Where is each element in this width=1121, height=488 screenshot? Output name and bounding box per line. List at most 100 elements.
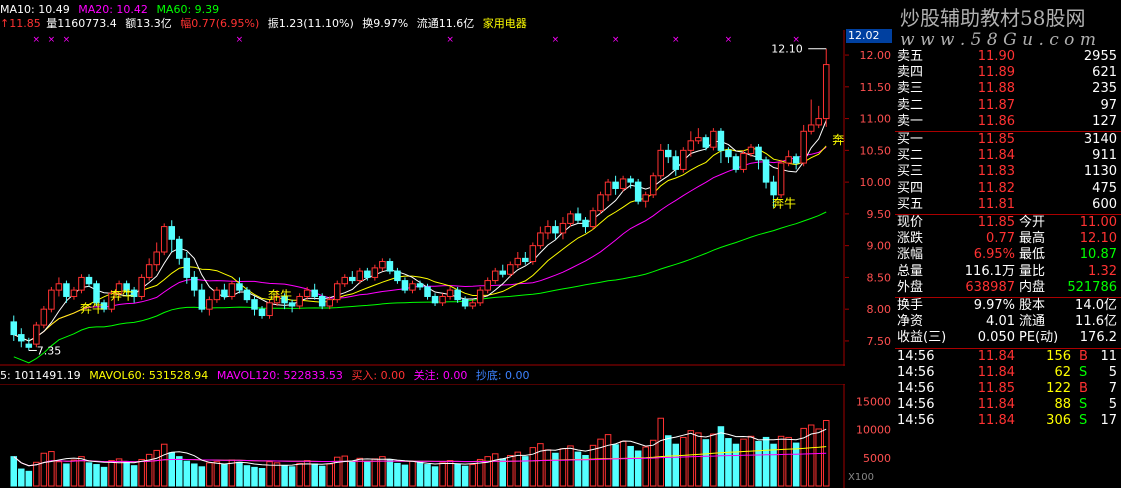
- volume-bar: [454, 463, 461, 487]
- ask-level-label: 卖一: [897, 113, 924, 129]
- ask-row[interactable]: 卖二 11.87 97: [895, 98, 1121, 114]
- tick-row[interactable]: 14:56 11.84 306 S 17: [895, 413, 1121, 429]
- quote-row[interactable]: 涨跌 0.77 最高 12.10: [895, 231, 1121, 247]
- quote-label: 最高: [1019, 231, 1046, 247]
- volume-bar: [138, 458, 145, 487]
- ask-level-label: 卖二: [897, 97, 924, 113]
- bid-row[interactable]: 买五 11.81 600: [895, 197, 1121, 213]
- candle: [33, 321, 40, 348]
- tick-volume: 122: [1046, 381, 1071, 396]
- price-tick-label: 10.50: [860, 144, 892, 157]
- volume-bar: [574, 451, 582, 487]
- ask-price: 11.89: [977, 65, 1015, 81]
- sector-info[interactable]: 家用电器: [483, 17, 527, 30]
- ask-row[interactable]: 卖四 11.89 621: [895, 65, 1121, 81]
- tick-count: 11: [1100, 348, 1117, 364]
- volume-bar: [191, 463, 198, 487]
- volume-bar: [40, 452, 48, 487]
- price-axis: 12.00 11.50 11.00 10.50 10.00 9.50 9.00 8.50 8.0…: [845, 49, 892, 348]
- fundamental-label: 股本: [1019, 298, 1046, 313]
- volume-bar: [48, 451, 55, 487]
- bid-row[interactable]: 买二 11.84 911: [895, 148, 1121, 164]
- candlestick-chart[interactable]: ××××××××××12.107.35奔牛奔牛奔牛奔牛奔牛: [0, 30, 845, 366]
- quote-value: 6.95%: [973, 247, 1015, 263]
- tick-row[interactable]: 14:56 11.84 156 B 11: [895, 349, 1121, 365]
- stock-info-row: ↑11.85 量1160773.4 额13.3亿 幅0.77(6.95%) 振1…: [0, 17, 532, 30]
- ask-volume: 97: [1100, 97, 1117, 113]
- tick-row[interactable]: 14:56 11.85 122 B 7: [895, 381, 1121, 397]
- volume-bar: [288, 466, 296, 487]
- ma-indicator-row: MA10: 10.49 MA20: 10.42 MA60: 9.39: [0, 3, 224, 16]
- turnover-info: 换9.97%: [362, 17, 409, 30]
- volume-bar: [243, 465, 251, 487]
- volume-bar: [634, 450, 642, 487]
- volume-bar: [318, 465, 326, 487]
- tick-side: B: [1079, 381, 1088, 396]
- fundamental-row[interactable]: 收益(三) 0.050 PE(动) 176.2: [895, 330, 1121, 346]
- tick-row[interactable]: 14:56 11.84 62 S 5: [895, 365, 1121, 381]
- quote-row[interactable]: 外盘 638987 内盘 521786: [895, 280, 1121, 296]
- ask-row[interactable]: 卖五 11.90 2955: [895, 49, 1121, 65]
- bid-row[interactable]: 买一 11.85 3140: [895, 132, 1121, 148]
- watch-signal-label: 关注: 0.00: [413, 369, 468, 382]
- volume-bar: [356, 457, 364, 487]
- quote-row[interactable]: 总量 116.1万 量比 1.32: [895, 264, 1121, 280]
- volume-bar: [18, 468, 25, 487]
- quote-value: 638987: [965, 279, 1015, 295]
- watermark-title: 炒股辅助教材58股网: [900, 6, 1086, 30]
- volume-bar: [416, 461, 424, 487]
- ask-volume: 235: [1092, 81, 1117, 97]
- volume-indicator-row: 5: 1011491.19 MAVOL60: 531528.94 MAVOL12…: [0, 369, 535, 382]
- price-tick-label: 9.50: [867, 208, 892, 221]
- ask-price: 11.86: [977, 113, 1015, 129]
- bid-price: 11.85: [977, 132, 1015, 147]
- price-tick-label: 12.00: [860, 49, 892, 62]
- tick-price: 11.84: [977, 413, 1015, 429]
- volume-bar: [815, 428, 822, 487]
- candle: [476, 286, 484, 306]
- tick-price: 11.84: [977, 397, 1015, 413]
- signal-marker: ×: [236, 35, 244, 45]
- ask-row[interactable]: 卖一 11.86 127: [895, 114, 1121, 130]
- bull-signal-label: 奔牛: [110, 288, 134, 303]
- fundamental-row[interactable]: 净资 4.01 流通 11.6亿: [895, 314, 1121, 330]
- fundamental-row[interactable]: 换手 9.97% 股本 14.0亿: [895, 298, 1121, 314]
- bid-volume: 1130: [1083, 164, 1117, 180]
- bid-row[interactable]: 买四 11.82 475: [895, 181, 1121, 197]
- ask-volume: 2955: [1083, 49, 1117, 64]
- ask-level-label: 卖四: [897, 65, 924, 81]
- volume-bar: [296, 462, 303, 487]
- quote-row[interactable]: 现价 11.85 今开 11.00: [895, 215, 1121, 231]
- volume-bar: [710, 433, 717, 487]
- quote-value: 11.00: [1079, 215, 1117, 230]
- bid-volume: 3140: [1083, 132, 1117, 147]
- change-info: 幅0.77(6.95%): [180, 17, 260, 30]
- volume-bar: [236, 461, 243, 487]
- tick-row[interactable]: 14:56 11.84 88 S 5: [895, 397, 1121, 413]
- candle: [228, 280, 236, 300]
- quote-value: 116.1万: [964, 263, 1015, 279]
- volume-bar: [664, 435, 672, 487]
- ask-price: 11.87: [977, 97, 1015, 113]
- signal-marker: ×: [446, 35, 454, 45]
- quote-row[interactable]: 涨幅 6.95% 最低 10.87: [895, 247, 1121, 263]
- volume-bar: [198, 466, 206, 487]
- volume-bar: [183, 460, 191, 487]
- volume-bar: [153, 449, 160, 487]
- bid-row[interactable]: 买三 11.83 1130: [895, 164, 1121, 180]
- fundamental-label: 换手: [897, 298, 924, 313]
- ask-row[interactable]: 卖三 11.88 235: [895, 81, 1121, 97]
- volume-bar: [672, 443, 680, 487]
- volume-bar: [567, 445, 574, 487]
- low-price-label: 7.35: [37, 344, 62, 357]
- amount-info: 额13.3亿: [125, 17, 172, 30]
- volume-bar: [228, 459, 236, 487]
- tick-count: 5: [1108, 364, 1117, 380]
- bull-signal-label: 奔牛: [832, 132, 845, 147]
- volume-bar: [785, 436, 792, 487]
- volume-chart[interactable]: [0, 384, 845, 488]
- bid-level-label: 买一: [897, 132, 924, 147]
- volume-bar: [762, 436, 770, 487]
- ask-level-label: 卖三: [897, 81, 924, 97]
- volume-bar: [559, 448, 567, 487]
